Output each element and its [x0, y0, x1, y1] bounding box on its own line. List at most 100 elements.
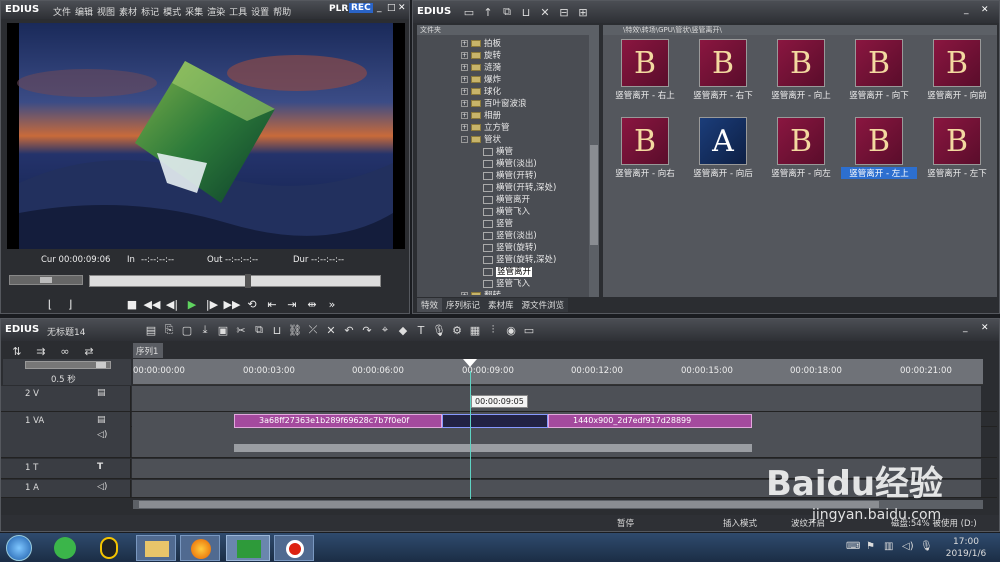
tree-item[interactable]: 横管飞入 — [483, 205, 530, 217]
clip-video-2[interactable]: 1440x900_2d7edf917d28899 — [548, 414, 752, 428]
tray-flag-icon[interactable]: ⚑ — [866, 541, 875, 552]
menu-marker[interactable]: 标记 — [141, 8, 159, 18]
tab-effects[interactable]: 特效 — [417, 298, 443, 312]
rewind-icon[interactable]: ◀◀ — [143, 296, 161, 312]
loop-icon[interactable]: ⟲ — [243, 296, 261, 312]
tab-clip-library[interactable]: 素材库 — [484, 298, 518, 312]
tray-mic-icon[interactable]: 🎙 — [920, 541, 933, 552]
track-view-icon[interactable]: ⇅ — [9, 343, 25, 359]
close-icon[interactable]: ✕ — [398, 3, 406, 13]
view-mode-icon[interactable]: ⊞ — [575, 4, 591, 20]
paste-icon[interactable]: ⊔ — [518, 4, 534, 20]
insert-to-timeline-icon[interactable]: ⇤ — [263, 296, 281, 312]
keyframe-icon[interactable]: ◆ — [395, 322, 411, 338]
playhead-marker[interactable] — [245, 274, 251, 288]
fast-forward-icon[interactable]: ▶▶ — [223, 296, 241, 312]
tray-keyboard-icon[interactable]: ⌨ — [846, 541, 860, 552]
tab-sequence-markers[interactable]: 序列标记 — [442, 298, 485, 312]
tree-item[interactable]: 竖管飞入 — [483, 277, 530, 289]
ripple-delete-icon[interactable]: ⤫ — [305, 322, 321, 338]
effect-thumb[interactable]: B 竖管离开 - 左下 — [919, 117, 995, 179]
track-visibility-icon[interactable]: ▤ — [97, 388, 106, 398]
overwrite-icon[interactable]: ⇥ — [283, 296, 301, 312]
export-icon[interactable]: ⎘ — [161, 322, 177, 338]
start-button[interactable] — [6, 535, 32, 561]
menu-view[interactable]: 视图 — [97, 8, 115, 18]
tree-scrollbar[interactable] — [589, 35, 599, 297]
snap-icon[interactable]: ⇉ — [33, 343, 49, 359]
clock[interactable]: 17:00 2019/1/6 — [940, 536, 992, 560]
paste-clip-icon[interactable]: ⊔ — [269, 322, 285, 338]
audio-waveform-bar[interactable] — [234, 444, 752, 452]
tree-item[interactable]: 横管(开转) — [483, 169, 537, 181]
effect-thumb[interactable]: B 竖管离开 - 向上 — [763, 39, 839, 101]
effect-thumb[interactable]: A 竖管离开 - 向后 — [685, 117, 761, 179]
menu-mode[interactable]: 模式 — [163, 8, 181, 18]
trim-icon[interactable]: ⇹ — [303, 296, 321, 312]
mixer-icon[interactable]: ⫶ — [485, 322, 501, 338]
tree-item[interactable]: + 立方管 — [461, 121, 510, 133]
effect-thumb[interactable]: B 竖管离开 - 向下 — [841, 39, 917, 101]
set-out-icon[interactable]: ⌋ — [61, 296, 79, 312]
properties-icon[interactable]: ⊟ — [556, 4, 572, 20]
timeline-minimize-icon[interactable]: _ — [963, 323, 968, 333]
tree-item[interactable]: 横管离开 — [483, 193, 530, 205]
copy-icon[interactable]: ⧉ — [499, 4, 515, 20]
stop-icon[interactable]: ■ — [123, 296, 141, 312]
menu-render[interactable]: 渲染 — [207, 8, 225, 18]
tree-item[interactable]: 横管(开转,深处) — [483, 181, 556, 193]
title-track-icon[interactable]: T — [97, 462, 103, 472]
menu-edit[interactable]: 编辑 — [75, 8, 93, 18]
tree-item[interactable]: + 相册 — [461, 109, 501, 121]
clip-video-1[interactable]: 3a68ff27363e1b289f69628c7b7f0e0f — [234, 414, 442, 428]
tree-item[interactable]: 竖管(淡出) — [483, 229, 537, 241]
firefox-icon[interactable] — [180, 535, 220, 561]
status-insert[interactable]: 插入模式 — [723, 517, 757, 529]
explorer-icon[interactable] — [136, 535, 176, 561]
copy-clip-icon[interactable]: ⧉ — [251, 322, 267, 338]
step-forward-icon[interactable]: |▶ — [203, 296, 221, 312]
effects-close-icon[interactable]: ✕ — [981, 5, 989, 15]
menu-settings[interactable]: 设置 — [251, 8, 269, 18]
effect-thumb[interactable]: B 竖管离开 - 向右 — [607, 117, 683, 179]
rec-button[interactable]: REC — [349, 3, 373, 13]
plr-button[interactable]: PLR — [329, 4, 348, 14]
import-icon[interactable]: ▢ — [179, 322, 195, 338]
tree-item[interactable]: 横管 — [483, 145, 513, 157]
tree-item[interactable]: + 旋转 — [461, 49, 501, 61]
tab-source-browser[interactable]: 源文件浏览 — [517, 298, 569, 312]
color-icon[interactable]: ◉ — [503, 322, 519, 338]
microphone-icon[interactable]: 🎙 — [431, 322, 447, 338]
zoom-value[interactable]: 0.5 秒 — [51, 373, 76, 385]
tree-item[interactable]: + 爆炸 — [461, 73, 501, 85]
menu-clip[interactable]: 素材 — [119, 8, 137, 18]
render-icon[interactable]: ⚙ — [449, 322, 465, 338]
recorder-icon[interactable] — [274, 535, 314, 561]
track-audio-icon[interactable]: ◁) — [97, 430, 107, 440]
redo-icon[interactable]: ↷ — [359, 322, 375, 338]
timeline-ruler[interactable]: 00:00:00:00 00:00:03:00 00:00:06:00 00:0… — [133, 359, 983, 385]
track-audio-icon[interactable]: ◁) — [97, 482, 107, 492]
undo-icon[interactable]: ↶ — [341, 322, 357, 338]
tree-item[interactable]: + 球化 — [461, 85, 501, 97]
effect-thumb[interactable]: B 竖管离开 - 右下 — [685, 39, 761, 101]
effect-thumb[interactable]: B 竖管离开 - 向左 — [763, 117, 839, 179]
qq-icon[interactable] — [100, 537, 118, 559]
effect-thumb[interactable]: B 竖管离开 - 右上 — [607, 39, 683, 101]
video-monitor[interactable] — [7, 23, 405, 249]
link-icon[interactable]: ⛓ — [287, 322, 303, 338]
delete-icon[interactable]: ✕ — [537, 4, 553, 20]
menu-capture[interactable]: 采集 — [185, 8, 203, 18]
tree-item[interactable]: 横管(淡出) — [483, 157, 537, 169]
sync-icon[interactable]: ∞ — [57, 343, 73, 359]
tree-item[interactable]: + 涟漪 — [461, 61, 501, 73]
effect-thumb-selected[interactable]: B 竖管离开 - 左上 — [841, 117, 917, 179]
minimize-icon[interactable]: _ — [377, 3, 382, 13]
more-icon[interactable]: » — [323, 296, 341, 312]
menu-help[interactable]: 帮助 — [273, 8, 291, 18]
folder-icon[interactable]: ▭ — [461, 4, 477, 20]
tree-item[interactable]: + 拍板 — [461, 37, 501, 49]
add-marker-icon[interactable]: ⌖ — [377, 322, 393, 338]
tree-item[interactable]: 竖管(旋转,深处) — [483, 253, 556, 265]
edius-taskbar-icon[interactable] — [226, 535, 270, 561]
